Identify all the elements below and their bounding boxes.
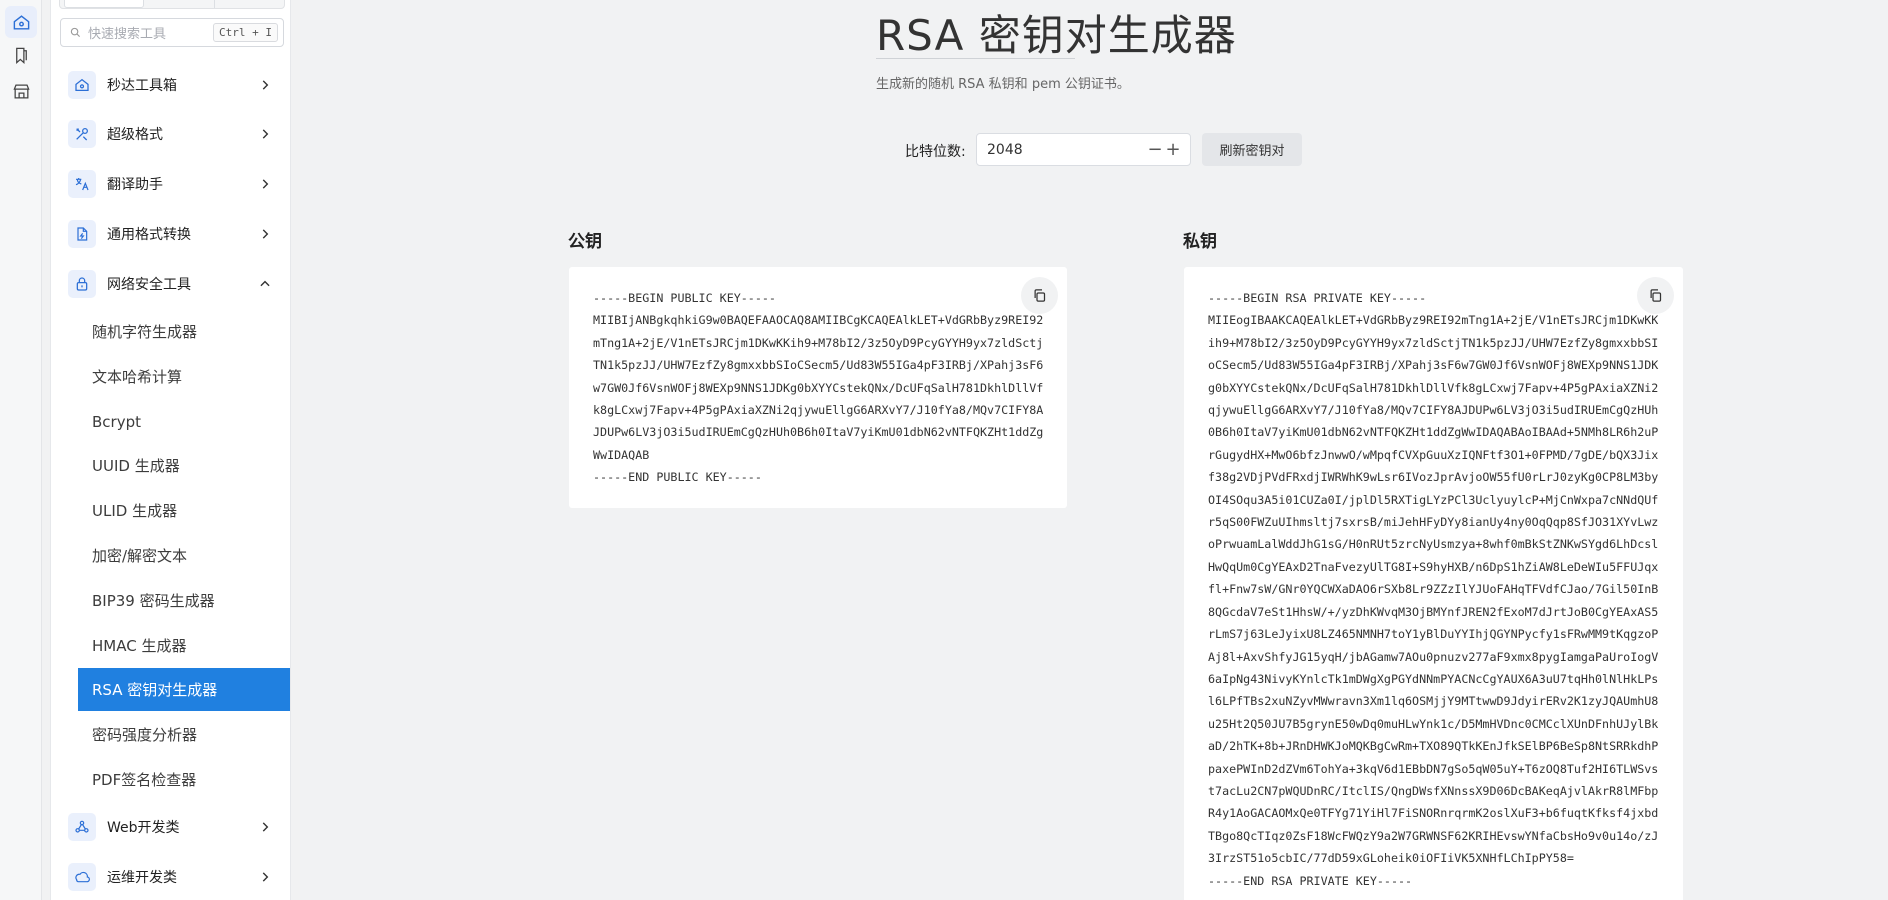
sidebar-item-random-string[interactable]: 随机字符生成器 bbox=[78, 313, 290, 350]
sidebar-category-label: 运维开发类 bbox=[107, 870, 177, 886]
search-icon bbox=[70, 27, 81, 38]
sidebar-item-ulid[interactable]: ULID 生成器 bbox=[78, 492, 290, 529]
chevron-right-icon bbox=[262, 872, 269, 882]
bits-value[interactable]: 2048 bbox=[987, 142, 1146, 158]
chevron-right-icon bbox=[262, 129, 269, 139]
sidebar-item-bcrypt[interactable]: Bcrypt bbox=[78, 403, 290, 440]
main-content: RSA 密钥对生成器 生成新的随机 RSA 私钥和 pem 公钥证书。 比特位数… bbox=[300, 0, 1888, 900]
public-key-card: -----BEGIN PUBLIC KEY----- MIIBIjANBgkqh… bbox=[569, 267, 1067, 508]
public-key-text[interactable]: -----BEGIN PUBLIC KEY----- MIIBIjANBgkqh… bbox=[593, 287, 1043, 489]
sidebar-category-label: Web开发类 bbox=[107, 820, 180, 836]
sidebar-item-text-hash[interactable]: 文本哈希计算 bbox=[78, 358, 290, 395]
lock-icon bbox=[68, 270, 96, 298]
sidebar-item-uuid[interactable]: UUID 生成器 bbox=[78, 447, 290, 484]
search-placeholder: 快速搜索工具 bbox=[88, 27, 167, 42]
sidebar-item-bip39[interactable]: BIP39 密码生成器 bbox=[78, 582, 290, 619]
bookmark-icon[interactable] bbox=[5, 39, 37, 71]
bits-label: 比特位数: bbox=[905, 144, 966, 160]
private-key-card: -----BEGIN RSA PRIVATE KEY----- MIIEogIB… bbox=[1184, 267, 1683, 900]
increment-button[interactable]: + bbox=[1164, 140, 1182, 159]
sidebar-category-ops-dev[interactable]: 运维开发类 bbox=[51, 856, 290, 898]
sidebar-item-password-strength[interactable]: 密码强度分析器 bbox=[78, 716, 290, 753]
sidebar-category-web-dev[interactable]: Web开发类 bbox=[51, 806, 290, 848]
tools-icon bbox=[68, 120, 96, 148]
sidebar-category-translate[interactable]: 翻译助手 bbox=[51, 163, 290, 205]
sidebar-category-label: 超级格式 bbox=[107, 127, 163, 143]
translate-icon bbox=[68, 170, 96, 198]
chevron-up-icon bbox=[260, 280, 270, 287]
sidebar-item-pdf-signature[interactable]: PDF签名检查器 bbox=[78, 761, 290, 798]
decrement-button[interactable]: − bbox=[1146, 140, 1164, 159]
home-icon bbox=[68, 71, 96, 99]
chevron-right-icon bbox=[262, 80, 269, 90]
home-icon[interactable] bbox=[5, 6, 37, 38]
search-input[interactable]: 快速搜索工具 Ctrl + I bbox=[60, 18, 284, 47]
search-shortcut: Ctrl + I bbox=[213, 23, 278, 42]
page-title: RSA 密钥对生成器 bbox=[876, 11, 1237, 60]
store-icon[interactable] bbox=[5, 75, 37, 107]
sidebar-category-label: 通用格式转换 bbox=[107, 227, 191, 243]
bits-number-input[interactable]: 2048 − + bbox=[976, 133, 1191, 166]
sidebar-category-label: 秒达工具箱 bbox=[107, 78, 177, 94]
sidebar-item-rsa[interactable]: RSA 密钥对生成器 bbox=[78, 668, 290, 711]
sidebar-category-label: 翻译助手 bbox=[107, 177, 163, 193]
sidebar-category-format-convert[interactable]: 通用格式转换 bbox=[51, 213, 290, 255]
sidebar-category-miaoda[interactable]: 秒达工具箱 bbox=[51, 64, 290, 106]
file-convert-icon bbox=[68, 220, 96, 248]
sidebar-item-encrypt[interactable]: 加密/解密文本 bbox=[78, 537, 290, 574]
sidebar-tabs[interactable] bbox=[59, 0, 285, 9]
webhook-icon bbox=[68, 813, 96, 841]
title-divider bbox=[876, 58, 1075, 59]
sidebar-category-label: 网络安全工具 bbox=[107, 277, 191, 293]
private-key-text[interactable]: -----BEGIN RSA PRIVATE KEY----- MIIEogIB… bbox=[1208, 287, 1658, 892]
refresh-keypair-button[interactable]: 刷新密钥对 bbox=[1202, 133, 1302, 166]
public-key-title: 公钥 bbox=[568, 232, 602, 252]
sidebar-item-hmac[interactable]: HMAC 生成器 bbox=[78, 627, 290, 664]
chevron-right-icon bbox=[262, 822, 269, 832]
chevron-right-icon bbox=[262, 179, 269, 189]
tab-active[interactable] bbox=[64, 0, 144, 8]
sidebar-category-super-format[interactable]: 超级格式 bbox=[51, 113, 290, 155]
cloud-ops-icon bbox=[68, 863, 96, 891]
chevron-right-icon bbox=[262, 229, 269, 239]
page-subtitle: 生成新的随机 RSA 私钥和 pem 公钥证书。 bbox=[876, 77, 1130, 92]
sidebar-category-security[interactable]: 网络安全工具 bbox=[51, 263, 290, 305]
sidebar: 快速搜索工具 Ctrl + I 秒达工具箱 超级格式 翻译助手 通用格式转换 网… bbox=[50, 0, 291, 900]
app-rail bbox=[0, 0, 42, 900]
private-key-title: 私钥 bbox=[1183, 232, 1217, 252]
